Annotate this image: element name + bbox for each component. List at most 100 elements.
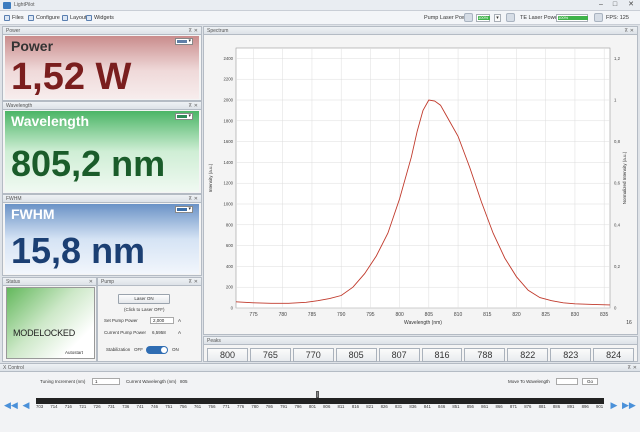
- scale-label: 714: [50, 404, 58, 409]
- power-panel: Power ⊼ ✕ Power ▾ 1,52 W: [2, 26, 202, 101]
- close-icon[interactable]: ✕: [194, 102, 198, 110]
- side-number: 16: [626, 320, 632, 326]
- x-tick-label: 835: [600, 312, 609, 318]
- go-button[interactable]: Go: [582, 378, 598, 385]
- x-tick-label: 805: [425, 312, 434, 318]
- x-tick-label: 815: [483, 312, 492, 318]
- stabilization-on-label: ON: [172, 347, 179, 352]
- close-icon[interactable]: ✕: [633, 364, 637, 372]
- y-tick-label: 0: [231, 306, 234, 311]
- pin-icon[interactable]: ⊼: [188, 102, 192, 110]
- peaks-panel-header: Peaks: [204, 337, 637, 345]
- current-pump-unit: A: [178, 330, 182, 335]
- menu-widgets[interactable]: Widgets: [86, 13, 114, 23]
- close-icon[interactable]: ✕: [194, 278, 198, 286]
- minimize-button[interactable]: –: [594, 0, 608, 10]
- pump-icon[interactable]: [464, 13, 473, 22]
- scale-label: 816: [351, 404, 360, 409]
- power-display: Power ▾ 1,52 W: [5, 36, 199, 99]
- current-wavelength-value: 805: [180, 379, 188, 384]
- fwhm-color-picker[interactable]: ▾: [175, 206, 193, 213]
- y-tick-label: 1400: [223, 160, 233, 165]
- close-icon[interactable]: ✕: [630, 27, 634, 35]
- set-pump-power-input[interactable]: 2,000: [150, 317, 174, 324]
- scale-label: 751: [165, 404, 173, 409]
- move-to-wavelength-input[interactable]: [556, 378, 578, 385]
- pin-icon[interactable]: ⊼: [188, 278, 192, 286]
- wavelength-value: 805,2 nm: [11, 143, 166, 184]
- wavelength-panel: Wavelength ⊼ ✕ Wavelength ▾ 805,2 nm: [2, 101, 202, 194]
- peak-cell: 805: [335, 348, 377, 362]
- y-tick-label: 2400: [223, 56, 233, 61]
- y-tick-label: 800: [226, 222, 234, 227]
- y-right-tick-label: 0,4: [614, 222, 621, 227]
- status-text: MODELOCKED: [13, 328, 76, 338]
- pin-icon[interactable]: ⊼: [624, 27, 628, 35]
- scale-label: 791: [280, 404, 288, 409]
- pin-icon[interactable]: ⊼: [188, 27, 192, 35]
- pin-icon[interactable]: ⊼: [627, 364, 631, 372]
- pump-dropdown-button[interactable]: ▾: [494, 14, 501, 22]
- scale-label: 761: [193, 404, 202, 409]
- y-tick-label: 2200: [223, 77, 233, 82]
- close-button[interactable]: ✕: [624, 0, 638, 10]
- skip-back-icon[interactable]: ◀◀: [4, 399, 18, 411]
- fwhm-label: FWHM: [11, 206, 55, 222]
- power-label: Power: [11, 38, 54, 54]
- spectrum-panel: Spectrum ⊼ ✕ 775 780 785 790 795 800 805 810 815 82…: [203, 26, 638, 335]
- peaks-row: 800 765 770 805 807 816 788 822 823 824: [207, 348, 635, 362]
- y-tick-label: 1000: [223, 202, 233, 207]
- x-tick-label: 830: [571, 312, 580, 318]
- close-icon[interactable]: ✕: [194, 195, 198, 203]
- laser-hint: (Click to Laser OFF): [124, 307, 165, 312]
- step-back-icon[interactable]: ◀: [20, 399, 32, 411]
- peak-cell: 788: [464, 348, 506, 362]
- scale-label: 896: [581, 404, 589, 409]
- pump-power-select[interactable]: 100%: [476, 14, 490, 22]
- scale-label: 726: [93, 404, 101, 409]
- peak-cell: 824: [593, 348, 635, 362]
- close-icon[interactable]: ✕: [194, 27, 198, 35]
- scale-label: 861: [481, 404, 489, 409]
- te-power-bar[interactable]: 100%: [556, 14, 588, 22]
- wavelength-color-picker[interactable]: ▾: [175, 113, 193, 120]
- skip-forward-icon[interactable]: ▶▶: [622, 399, 636, 411]
- tuning-increment-select[interactable]: 1: [92, 378, 120, 385]
- set-pump-unit: A: [178, 318, 182, 323]
- peak-cell: 765: [249, 348, 291, 362]
- peak-cell: 800: [207, 348, 248, 362]
- peak-cell: 816: [421, 348, 463, 362]
- configure-icon: [28, 15, 34, 21]
- settings-icon[interactable]: [506, 13, 515, 22]
- close-icon[interactable]: ✕: [89, 278, 93, 286]
- wavelength-scale-labels: 703 714 716 721 726 731 736 741 746 751 756 761 766 7…: [36, 404, 604, 414]
- stabilization-toggle[interactable]: [146, 346, 168, 354]
- power-value: 1,52 W: [11, 56, 132, 98]
- y-right-tick-label: 0: [614, 306, 617, 311]
- laser-toggle-button[interactable]: Laser ON: [118, 294, 170, 304]
- file-icon: [4, 15, 10, 21]
- scale-label: 856: [466, 404, 474, 409]
- y-right-tick-label: 0,2: [614, 264, 621, 269]
- wavelength-slider-thumb[interactable]: [316, 391, 319, 398]
- x-tick-label: 825: [542, 312, 551, 318]
- y-tick-label: 200: [226, 285, 234, 290]
- step-forward-icon[interactable]: ▶: [608, 399, 620, 411]
- menu-files[interactable]: Files: [4, 13, 24, 23]
- spectrum-chart: 775 780 785 790 795 800 805 810 815 820 825 830 835 0…: [208, 47, 632, 326]
- power-color-picker[interactable]: ▾: [175, 38, 193, 45]
- autostart-checkbox[interactable]: Autostart: [65, 350, 83, 355]
- scale-label: 891: [567, 404, 575, 409]
- scale-label: 851: [452, 404, 460, 409]
- scale-label: 731: [107, 404, 115, 409]
- app-icon: [3, 2, 11, 9]
- menu-layout[interactable]: Layout: [62, 13, 87, 23]
- stabilization-label: Stabilization: [106, 347, 131, 352]
- fps-label: FPS: 125: [606, 15, 629, 21]
- tuning-increment-label: Tuning Increment (nm): [40, 379, 86, 384]
- peaks-panel: Peaks 800 765 770 805 807 816 788 822 823 824: [203, 336, 638, 362]
- menu-configure[interactable]: Configure: [28, 13, 60, 23]
- maximize-button[interactable]: □: [608, 0, 622, 10]
- pin-icon[interactable]: ⊼: [188, 195, 192, 203]
- scale-label: 801: [308, 404, 316, 409]
